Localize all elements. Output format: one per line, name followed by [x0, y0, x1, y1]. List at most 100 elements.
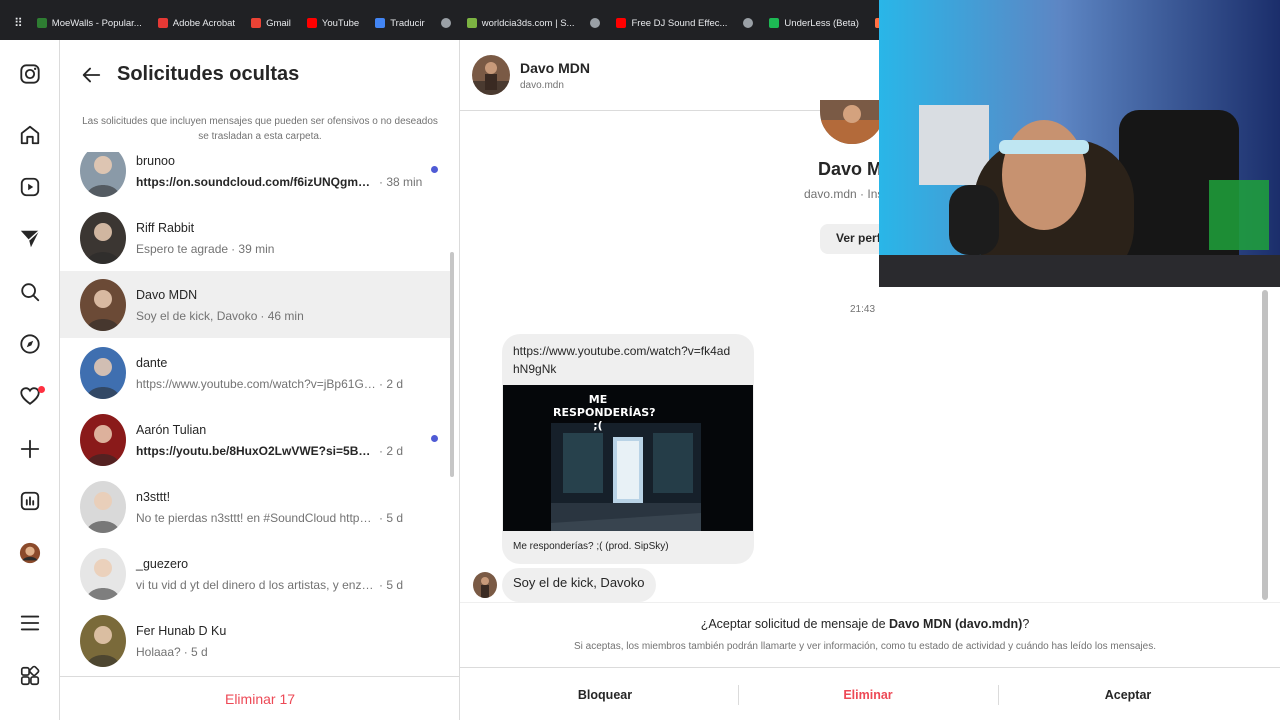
video-thumbnail[interactable]: ME RESPONDERÍAS? ;(: [503, 385, 753, 531]
left-navigation: [0, 40, 60, 720]
profile-subtitle: davo.mdn · Ins: [804, 187, 884, 201]
request-avatar[interactable]: [80, 152, 126, 197]
instagram-icon[interactable]: [18, 62, 42, 86]
text-message-bubble: Soy el de kick, Davoko: [502, 568, 656, 602]
notifications-icon[interactable]: [18, 384, 45, 408]
request-preview: Soy el de kick, Davoko · 46 min: [136, 309, 426, 323]
bookmark-item[interactable]: [735, 11, 761, 35]
request-name: dante: [136, 355, 168, 370]
bookmark-label: Adobe Acrobat: [172, 17, 236, 29]
request-row[interactable]: Riff Rabbit Espero te agrade · 39 min: [60, 204, 450, 271]
accept-request-bar: ¿Aceptar solicitud de mensaje de Davo MD…: [460, 602, 1280, 720]
delete-all-button[interactable]: Eliminar 17: [60, 676, 460, 720]
request-preview: No te pierdas n3sttt! en #SoundCloud htt…: [136, 511, 426, 525]
preview-time: · 39 min: [231, 241, 275, 256]
chat-username: davo.mdn: [520, 80, 564, 91]
bookmark-item[interactable]: UnderLess (Beta): [761, 11, 866, 35]
preview-time: · 2 d: [379, 376, 404, 391]
messages-icon[interactable]: [18, 227, 42, 251]
bookmark-favicon-icon: [769, 18, 780, 28]
link-url[interactable]: https://www.youtube.com/watch?v=fk4adhN9…: [513, 342, 733, 378]
requests-list: brunoo https://on.soundcloud.com/f6izUNQg…: [60, 152, 450, 677]
link-caption: Me responderías? ;( (prod. SipSky): [513, 541, 669, 552]
bookmark-favicon-icon: [616, 18, 627, 28]
accept-question-prefix: ¿Aceptar solicitud de mensaje de: [700, 617, 889, 631]
accept-button[interactable]: Aceptar: [998, 668, 1258, 722]
bookmark-item[interactable]: Adobe Acrobat: [150, 11, 243, 35]
menu-icon[interactable]: [18, 611, 42, 635]
home-icon[interactable]: [18, 123, 42, 147]
block-button[interactable]: Bloquear: [460, 668, 750, 722]
bookmark-favicon-icon: [375, 18, 386, 28]
chat-name[interactable]: Davo MDN: [520, 60, 590, 76]
accept-question: ¿Aceptar solicitud de mensaje de Davo MD…: [460, 617, 1270, 631]
bookmark-label: Free DJ Sound Effec...: [631, 17, 728, 29]
request-avatar[interactable]: [80, 614, 126, 667]
request-row[interactable]: Davo MDN Soy el de kick, Davoko · 46 min: [60, 271, 450, 338]
request-avatar[interactable]: [80, 480, 126, 533]
request-preview: vi tu vid d yt del dinero d los artistas…: [136, 578, 426, 592]
chat-scrollbar[interactable]: [1262, 290, 1268, 600]
notification-dot: [38, 386, 45, 393]
bookmark-favicon-icon: [743, 18, 754, 28]
profile-name: Davo MI: [818, 159, 888, 179]
bookmark-item[interactable]: worldcia3ds.com | S...: [459, 11, 583, 35]
request-avatar[interactable]: [80, 547, 126, 600]
preview-text: https://youtu.be/8HuxO2LwVWE?si=5BqRyt-f…: [136, 443, 376, 458]
preview-text: https://www.youtube.com/watch?v=jBp61GbC…: [136, 376, 376, 391]
webcam-overlay: [879, 0, 1280, 287]
request-actions: Bloquear Eliminar Aceptar: [460, 667, 1280, 721]
request-preview: Holaaa? · 5 d: [136, 645, 426, 659]
search-icon[interactable]: [18, 280, 42, 304]
bookmark-label: UnderLess (Beta): [784, 17, 859, 29]
chat-avatar[interactable]: [472, 55, 510, 95]
preview-text: Soy el de kick, Davoko: [136, 308, 258, 323]
bookmark-item[interactable]: Gmail: [243, 11, 299, 35]
bookmark-item[interactable]: MoeWalls - Popular...: [29, 11, 150, 35]
bookmark-item[interactable]: [433, 11, 459, 35]
request-name: _guezero: [136, 556, 189, 571]
requests-scrollbar[interactable]: [450, 252, 454, 477]
bookmark-item[interactable]: [582, 11, 608, 35]
delete-button[interactable]: Eliminar: [738, 668, 998, 722]
hidden-requests-panel: Solicitudes ocultas Las solicitudes que …: [60, 40, 460, 720]
request-avatar[interactable]: [80, 413, 126, 466]
request-preview: https://www.youtube.com/watch?v=jBp61GbC…: [136, 377, 426, 391]
request-row[interactable]: Aarón Tulian https://youtu.be/8HuxO2LwVWE…: [60, 406, 450, 473]
bookmark-item[interactable]: Free DJ Sound Effec...: [608, 11, 735, 35]
dashboard-icon[interactable]: [18, 489, 42, 513]
bookmark-label: MoeWalls - Popular...: [51, 17, 142, 29]
bookmark-favicon-icon: [466, 18, 477, 28]
bookmark-favicon-icon: [36, 18, 47, 28]
accept-question-suffix: ?: [1022, 617, 1030, 631]
back-arrow-icon[interactable]: [80, 64, 102, 86]
preview-time: · 5 d: [379, 577, 404, 592]
bookmark-item[interactable]: YouTube: [299, 11, 367, 35]
link-message-bubble[interactable]: https://www.youtube.com/watch?v=fk4adhN9…: [502, 334, 754, 564]
unread-dot: [431, 435, 438, 442]
reels-icon[interactable]: [18, 175, 42, 199]
apps-grid-icon[interactable]: ⠿: [8, 16, 29, 30]
request-row[interactable]: dante https://www.youtube.com/watch?v=jBp…: [60, 339, 450, 406]
request-avatar[interactable]: [80, 346, 126, 399]
request-row[interactable]: _guezerovi tu vid d yt del dinero d los …: [60, 540, 450, 607]
request-avatar[interactable]: [80, 278, 126, 331]
bookmark-item[interactable]: Traducir: [367, 11, 433, 35]
sender-avatar[interactable]: [473, 572, 497, 598]
preview-time: · 5 d: [183, 644, 208, 659]
profile-avatar[interactable]: [18, 541, 42, 565]
request-avatar[interactable]: [80, 211, 126, 264]
preview-text: Holaaa?: [136, 644, 181, 659]
request-row[interactable]: Fer Hunab D Ku Holaaa? · 5 d: [60, 607, 450, 674]
more-apps-icon[interactable]: [18, 664, 42, 688]
request-name: Fer Hunab D Ku: [136, 623, 227, 638]
request-row[interactable]: n3sttt! No te pierdas n3sttt! en #SoundCl…: [60, 473, 450, 540]
preview-time: · 46 min: [260, 308, 304, 323]
request-preview: https://on.soundcloud.com/f6izUNQgmTJZ..…: [136, 175, 426, 189]
explore-icon[interactable]: [18, 332, 42, 356]
preview-text: vi tu vid d yt del dinero d los artistas…: [136, 577, 376, 592]
create-icon[interactable]: [18, 437, 42, 461]
request-row[interactable]: brunoo https://on.soundcloud.com/f6izUNQg…: [60, 152, 450, 204]
request-name: Riff Rabbit: [136, 220, 195, 235]
page-title: Solicitudes ocultas: [117, 63, 300, 85]
